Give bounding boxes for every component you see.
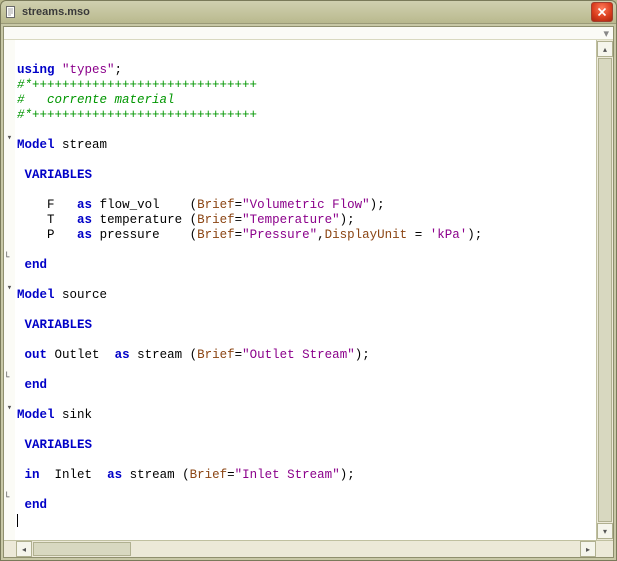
text-caret — [17, 514, 18, 527]
fold-gutter: ▾ └ ▾ └ ▾ — [4, 40, 15, 540]
titlebar[interactable]: streams.mso — [1, 1, 616, 24]
fold-toggle[interactable]: ▾ — [4, 400, 15, 415]
hscroll-thumb[interactable] — [33, 542, 131, 556]
vscroll-thumb[interactable] — [598, 58, 612, 522]
window: streams.mso ▾ ▾ — [0, 0, 617, 561]
scroll-left-button[interactable]: ◂ — [16, 541, 32, 557]
client-area: ▾ ▾ └ ▾ — [3, 26, 614, 558]
fold-toggle[interactable]: ▾ — [4, 280, 15, 295]
scroll-up-button[interactable]: ▴ — [597, 41, 613, 57]
document-icon — [4, 5, 18, 19]
scroll-right-button[interactable]: ▸ — [580, 541, 596, 557]
fold-toggle[interactable]: ▾ — [4, 130, 15, 145]
editor-topstrip: ▾ — [4, 27, 613, 40]
horizontal-scrollbar[interactable]: ◂ ▸ — [4, 540, 613, 557]
code-editor[interactable]: using "types"; #*+++++++++++++++++++++++… — [15, 40, 596, 540]
window-title: streams.mso — [22, 6, 591, 18]
editor-wrap: ▾ └ ▾ └ ▾ — [4, 40, 613, 540]
scroll-down-button[interactable]: ▾ — [597, 523, 613, 539]
resize-grip[interactable] — [597, 541, 613, 557]
vertical-scrollbar[interactable]: ▴ ▾ — [596, 40, 613, 540]
hscroll-track[interactable] — [33, 542, 579, 556]
close-button[interactable] — [591, 2, 613, 22]
close-icon — [597, 7, 607, 17]
vscroll-track[interactable] — [598, 58, 612, 522]
chevron-down-icon[interactable]: ▾ — [603, 27, 609, 40]
